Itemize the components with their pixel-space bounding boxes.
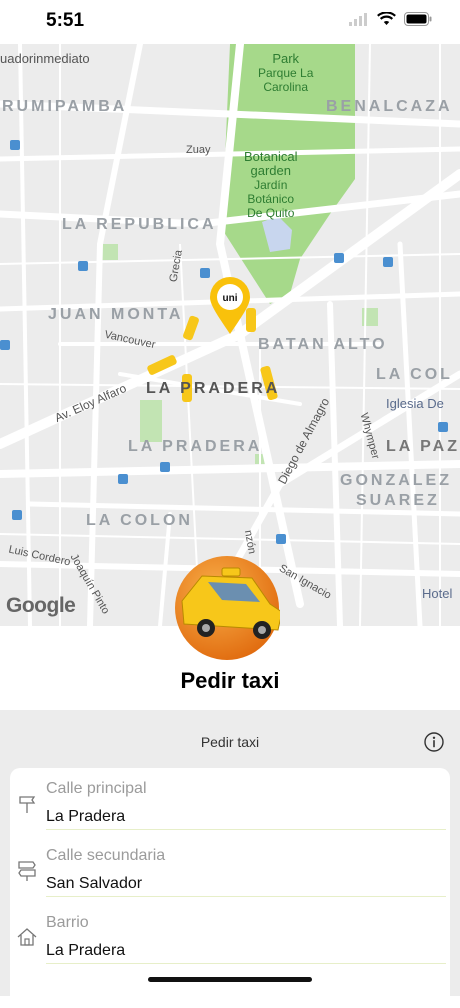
district-label: LA REPUBLICA <box>62 216 217 233</box>
home-icon <box>17 928 37 946</box>
district-label: SUAREZ <box>356 492 440 509</box>
directions-sign-icon <box>18 861 36 881</box>
field-underline <box>46 963 446 964</box>
neighborhood-input[interactable]: La Pradera <box>46 942 125 960</box>
field-label: Calle secundaria <box>46 847 166 864</box>
district-label: GONZALEZ <box>340 472 452 489</box>
secondary-street-input[interactable]: San Salvador <box>46 875 142 893</box>
map-street-label: uadorinmediato <box>0 51 90 66</box>
district-label: RUMIPAMBA <box>2 98 128 115</box>
info-icon[interactable] <box>424 732 444 757</box>
field-main-street[interactable]: Calle principal La Pradera <box>10 768 450 834</box>
google-logo: Google <box>6 594 76 617</box>
map-roads: uni <box>0 44 460 626</box>
form-area: Pedir taxi Calle principal La Pradera Ca… <box>0 710 460 1008</box>
district-label: LA PRADERA <box>128 438 263 455</box>
field-neighborhood[interactable]: Barrio La Pradera <box>10 902 450 968</box>
signpost-icon <box>19 796 36 813</box>
map-place-label: Hotel <box>422 586 453 601</box>
signal-icon <box>349 13 367 26</box>
district-label: LA COLON <box>86 512 193 529</box>
district-label: LA PRADERA <box>146 380 281 397</box>
field-label: Calle principal <box>46 780 147 797</box>
page-title: Pedir taxi <box>180 668 280 693</box>
district-label: LA PAZ <box>386 438 460 455</box>
field-underline <box>46 829 446 830</box>
map-place-label: Iglesia De <box>386 396 444 411</box>
pin-logo-text: uni <box>223 293 238 304</box>
map-street-label: Zuay <box>186 144 211 156</box>
map-view[interactable]: uni uadorinmediato Park Parque La Caroli… <box>0 44 460 626</box>
address-card: Calle principal La Pradera Calle secunda… <box>10 768 450 1008</box>
district-label: JUAN MONTA <box>48 306 184 323</box>
garden-label: Botanical garden Jardín Botánico De Quit… <box>244 149 298 221</box>
status-icons <box>349 12 432 26</box>
field-label: Barrio <box>46 914 89 931</box>
status-time: 5:51 <box>46 10 85 31</box>
district-label: LA COL <box>376 366 453 383</box>
status-bar: 5:51 <box>0 0 460 44</box>
form-header: Pedir taxi <box>200 734 260 750</box>
home-indicator[interactable] <box>148 977 312 982</box>
district-label: BATAN ALTO <box>258 336 388 353</box>
wifi-icon <box>377 12 396 25</box>
district-label: BENALCAZA <box>326 98 453 115</box>
field-secondary-street[interactable]: Calle secundaria San Salvador <box>10 835 450 901</box>
field-underline <box>46 896 446 897</box>
battery-icon <box>404 12 432 26</box>
park-label: Park Parque La Carolina <box>258 51 314 95</box>
taxi-badge-icon <box>170 556 283 666</box>
main-street-input[interactable]: La Pradera <box>46 808 125 826</box>
